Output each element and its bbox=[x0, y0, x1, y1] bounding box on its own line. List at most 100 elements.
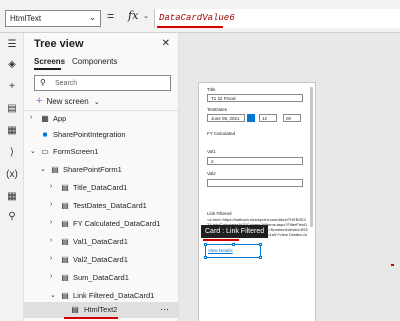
plus-icon: + bbox=[36, 95, 43, 107]
tree-node-label: Val2_DataCard1 bbox=[73, 255, 128, 264]
resize-handle[interactable] bbox=[204, 243, 207, 246]
media-icon[interactable]: ▦ bbox=[5, 123, 19, 137]
tab-components[interactable]: Components bbox=[72, 57, 117, 66]
tree-view-panel: Tree view ✕ Screens Components ⚲ Search … bbox=[24, 33, 179, 321]
title-field-label: Title bbox=[207, 87, 216, 92]
calendar-icon[interactable] bbox=[247, 114, 255, 122]
card-icon: ▤ bbox=[61, 290, 69, 300]
tree-node-label: SharePointIntegration bbox=[53, 130, 126, 139]
resize-handle[interactable] bbox=[259, 243, 262, 246]
link-field-label: Link Filtered bbox=[207, 211, 232, 216]
tree-node-fy-calculated-datacard[interactable]: › ▤ FY Calculated_DataCard1 bbox=[24, 216, 178, 232]
tree-node-sharepointform1[interactable]: ⌄ ▤ SharePointForm1 bbox=[24, 162, 178, 178]
tree-node-testdates-datacard[interactable]: › ▤ TestDates_DataCard1 bbox=[24, 198, 178, 214]
close-icon[interactable]: ✕ bbox=[162, 38, 170, 49]
equals-sign: = bbox=[107, 9, 115, 23]
tree-node-label: Val1_DataCard1 bbox=[73, 237, 128, 246]
tree-node-app[interactable]: › ▦ App bbox=[24, 111, 178, 127]
val2-field-label: Val2 bbox=[207, 171, 216, 176]
left-rail: ☰ ◈ + ▤ ▦ ⟩ (x) ▦ ⚲ bbox=[0, 33, 24, 321]
search-icon[interactable]: ⚲ bbox=[5, 209, 19, 223]
tree-node-sum-datacard[interactable]: › ▤ Sum_DataCard1 bbox=[24, 270, 178, 286]
val1-field[interactable]: 2 bbox=[207, 157, 303, 165]
annotation-underline bbox=[203, 239, 239, 241]
testdates-field-label: TestDates bbox=[207, 107, 228, 112]
property-dropdown[interactable]: HtmlText ⌄ bbox=[5, 10, 101, 27]
layers-icon[interactable]: ◈ bbox=[5, 57, 19, 71]
card-icon: ▤ bbox=[61, 200, 69, 210]
hamburger-icon[interactable]: ☰ bbox=[5, 37, 19, 51]
search-icon: ⚲ bbox=[40, 78, 46, 87]
fx-chevron-down-icon[interactable]: ⌄ bbox=[143, 12, 149, 20]
card-icon: ▤ bbox=[61, 218, 69, 228]
resize-handle[interactable] bbox=[232, 243, 235, 246]
val2-field[interactable] bbox=[207, 179, 303, 187]
fy-field-label: FY Calculated bbox=[207, 131, 236, 136]
new-screen-button[interactable]: + New screen ⌄ bbox=[36, 95, 100, 107]
minute-select[interactable]: 00 bbox=[283, 114, 301, 122]
chevron-down-icon[interactable]: ⌄ bbox=[30, 147, 36, 155]
tree-node-label: FY Calculated_DataCard1 bbox=[73, 219, 161, 228]
chevron-right-icon[interactable]: › bbox=[50, 273, 52, 280]
card-icon: ▤ bbox=[61, 272, 69, 282]
tree-node-label: FormScreen1 bbox=[53, 147, 99, 156]
chevron-right-icon[interactable]: › bbox=[50, 219, 52, 226]
annotation-mark bbox=[391, 264, 394, 266]
panel-title: Tree view bbox=[34, 38, 84, 50]
search-box[interactable]: ⚲ Search bbox=[34, 75, 171, 91]
tree-node-htmltext2[interactable]: ▤ HtmlText2 ··· bbox=[24, 302, 178, 318]
chevron-down-icon[interactable]: ⌄ bbox=[40, 165, 46, 173]
chevron-right-icon[interactable]: › bbox=[50, 201, 52, 208]
chevron-down-icon[interactable]: ⌄ bbox=[50, 291, 56, 299]
annotation-underline bbox=[64, 317, 118, 319]
tools-icon[interactable]: ▦ bbox=[5, 189, 19, 203]
tree-node-label: App bbox=[53, 114, 67, 123]
tree-node-label: SharePointForm1 bbox=[63, 165, 122, 174]
chevron-right-icon[interactable]: › bbox=[50, 255, 52, 262]
active-tab-indicator bbox=[34, 68, 61, 70]
tree-node-val2-datacard[interactable]: › ▤ Val2_DataCard1 bbox=[24, 252, 178, 268]
chevron-right-icon[interactable]: › bbox=[50, 183, 52, 190]
formula-text: DataCardValue6 bbox=[159, 13, 235, 23]
chevron-right-icon[interactable]: › bbox=[30, 114, 32, 121]
add-icon[interactable]: + bbox=[5, 79, 19, 93]
scrollbar[interactable] bbox=[310, 87, 313, 227]
chevron-down-icon: ⌄ bbox=[89, 13, 96, 22]
tree-node-val1-datacard[interactable]: › ▤ Val1_DataCard1 bbox=[24, 234, 178, 250]
tree-node-label: Link Filtered_DataCard1 bbox=[73, 291, 155, 300]
tree-node-title-datacard[interactable]: › ▤ Title_DataCard1 bbox=[24, 180, 178, 196]
hour-select[interactable]: 12 bbox=[259, 114, 277, 122]
variables-icon[interactable]: (x) bbox=[5, 167, 19, 181]
resize-handle[interactable] bbox=[204, 256, 207, 259]
tree-node-sharepointintegration[interactable]: ■ SharePointIntegration bbox=[24, 127, 178, 143]
resize-handle[interactable] bbox=[259, 256, 262, 259]
form-icon: ▤ bbox=[51, 164, 59, 174]
title-field[interactable]: T1 22 Fiscal bbox=[207, 94, 303, 102]
tab-screens[interactable]: Screens bbox=[34, 57, 65, 66]
database-icon[interactable]: ▤ bbox=[5, 101, 19, 115]
canvas-area: Title T1 22 Fiscal TestDates June 08, 20… bbox=[179, 33, 400, 321]
tree-node-label: HtmlText2 bbox=[84, 305, 118, 314]
formula-bar: HtmlText ⌄ = fx ⌄ DataCardValue6 bbox=[0, 0, 400, 33]
view-details-link[interactable]: View Details bbox=[208, 248, 233, 253]
annotation-underline bbox=[157, 26, 223, 28]
tree-node-label: TestDates_DataCard1 bbox=[73, 201, 147, 210]
property-dropdown-value: HtmlText bbox=[10, 14, 42, 23]
screen-icon: ▭ bbox=[41, 146, 49, 156]
val1-field-label: Val1 bbox=[207, 149, 216, 154]
card-icon: ▤ bbox=[61, 254, 69, 264]
tree-node-label: Title_DataCard1 bbox=[73, 183, 128, 192]
search-placeholder: Search bbox=[55, 80, 78, 87]
power-automate-icon[interactable]: ⟩ bbox=[5, 145, 19, 159]
fx-icon[interactable]: fx bbox=[128, 9, 138, 22]
form-preview[interactable]: Title T1 22 Fiscal TestDates June 08, 20… bbox=[198, 82, 316, 321]
html-text-icon: ▤ bbox=[71, 304, 79, 314]
testdates-field[interactable]: June 08, 2021 bbox=[207, 114, 245, 122]
app-icon: ▦ bbox=[41, 113, 49, 123]
card-icon: ▤ bbox=[61, 236, 69, 246]
sharepoint-icon: ■ bbox=[42, 129, 48, 139]
chevron-right-icon[interactable]: › bbox=[50, 237, 52, 244]
tree-node-formscreen1[interactable]: ⌄ ▭ FormScreen1 bbox=[24, 144, 178, 160]
more-options-icon[interactable]: ··· bbox=[160, 304, 169, 314]
tree-node-label: Sum_DataCard1 bbox=[73, 273, 129, 282]
